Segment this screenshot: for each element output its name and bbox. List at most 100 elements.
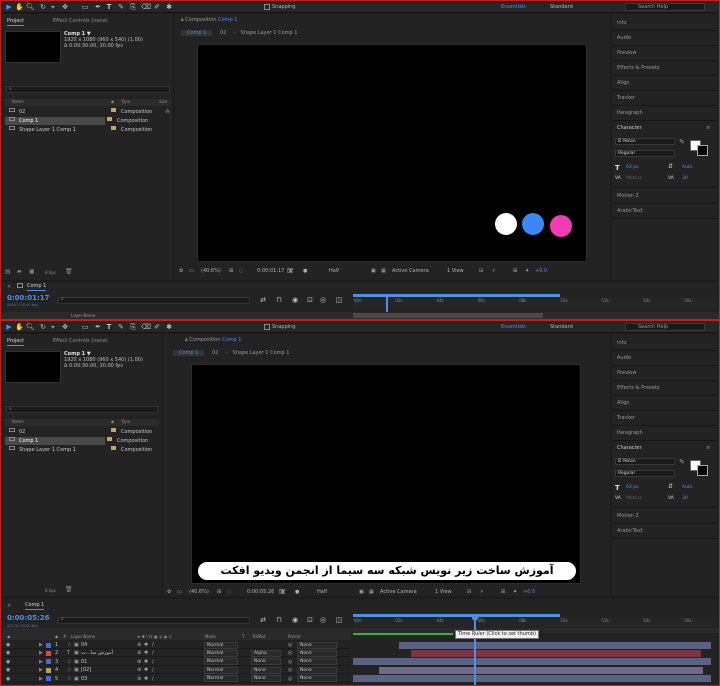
mask-rect-tool-icon[interactable]: ▭ [81,3,89,11]
zoom-tool-icon[interactable]: 🔍︎ [26,3,35,11]
exposure-icon[interactable]: ✦ [525,266,529,276]
tracking-value[interactable]: 30 [682,176,688,181]
timeline-timecode[interactable]: 0:00:01:17 [7,294,50,302]
mask-icon[interactable]: ◌ [227,587,231,597]
search-help-input[interactable]: Search Help [625,323,705,331]
roto-tool-icon[interactable]: ✐ [153,3,161,11]
current-time[interactable]: 0:00:05:26 [247,587,274,597]
font-family-dropdown[interactable]: B Yekan [615,138,675,145]
workspace-standard[interactable]: Standard [550,4,573,10]
right-panel-paragraph[interactable]: Paragraph [617,430,643,436]
label-color-swatch[interactable] [46,642,51,648]
breadcrumb-comp1[interactable]: Comp 1 [173,350,205,356]
trkmat-dropdown[interactable]: None [251,666,281,674]
motion-blur-icon[interactable]: ◎ [319,296,327,304]
puppet-tool-icon[interactable]: ✱ [165,3,173,11]
zoom-dropdown[interactable]: (40.6%) [201,266,221,276]
type-tool-icon[interactable]: T [105,3,113,11]
pickwhip-icon[interactable]: ◎ [288,675,292,683]
shy-icon[interactable]: ◉ [291,296,299,304]
composition-tab[interactable]: 🔒︎ Composition Comp 1 [181,16,381,25]
mask-rect-tool-icon[interactable]: ▭ [81,323,89,331]
rotate-tool-icon[interactable]: ↻ [39,323,47,331]
timeline-tab[interactable]: Comp 1 [25,602,45,610]
collapse-switch-icon[interactable]: ✱ [144,666,148,674]
region-icon[interactable]: ▭ [189,266,194,276]
shy-switch-icon[interactable]: ⊕ [137,641,141,649]
comp-viewer[interactable] [197,44,587,262]
project-search-input[interactable]: ⌕ [6,86,170,93]
col-name[interactable]: Name [12,99,24,105]
mode-dropdown[interactable]: Normal [204,658,238,666]
right-panel-info[interactable]: Info [617,20,626,26]
toggle-pixel-icon[interactable]: ⊟ [479,266,483,276]
eraser-tool-icon[interactable]: ⌫ [141,3,151,11]
col-layer-name[interactable]: Layer Name [71,633,95,640]
collapse-switch-icon[interactable]: ✱ [144,649,148,657]
shy-switch-icon[interactable]: ⊕ [137,658,141,666]
panel-menu-icon[interactable]: ≡ [706,125,710,131]
leading-value[interactable]: Auto [682,485,692,490]
trash-icon[interactable]: 🗑︎ [65,268,73,275]
right-panel-motion-2[interactable]: Motion 2 [617,513,639,519]
right-panel-tracker[interactable]: Tracker [617,95,635,101]
label-color-swatch[interactable] [46,676,51,682]
project-item[interactable]: 02 Composition [5,428,159,436]
right-panel-effects-presets[interactable]: Effects & Presets [617,65,659,71]
visibility-eye-icon[interactable]: ◉ [6,649,10,657]
roto-tool-icon[interactable]: ✐ [153,323,161,331]
right-panel-audio[interactable]: Audio [617,355,631,361]
puppet-tool-icon[interactable]: ✱ [165,323,173,331]
visibility-eye-icon[interactable]: ◉ [6,666,10,674]
roi-icon[interactable]: ▣ [359,587,364,597]
graph-editor-icon[interactable]: ◫ [335,616,343,624]
draft-3d-icon[interactable]: ⊓ [275,296,283,304]
pickwhip-icon[interactable]: ◎ [288,666,292,674]
shy-switch-icon[interactable]: ⊕ [137,666,141,674]
quality-switch-icon[interactable]: / [152,641,154,649]
comp-mini-flowchart-icon[interactable]: ⇄ [259,296,267,304]
layer-row[interactable]: ◉ ▶ 4 ☆ ▣ [02] ⊕ ✱ / Normal None ◎ None [1,666,351,675]
font-family-dropdown[interactable]: B Yekan [615,458,675,465]
font-size-value[interactable]: 63 px [626,485,639,490]
resolution-dropdown[interactable]: Half [317,587,327,597]
always-preview-icon[interactable]: ⚙ [167,587,171,597]
right-panel-arabictext[interactable]: ArabicText [617,528,643,534]
transparency-icon[interactable]: ▦ [369,587,374,597]
right-panel-arabictext[interactable]: ArabicText [617,208,643,214]
right-panel-info[interactable]: Info [617,340,626,346]
col-name[interactable]: Name [12,419,24,425]
zoom-dropdown[interactable]: (40.6%) [189,587,209,597]
parent-dropdown[interactable]: None [297,641,337,649]
trkmat-dropdown[interactable]: None [251,675,281,683]
comp-mini-flowchart-icon[interactable]: ⇄ [259,616,267,624]
snapping-checkbox[interactable] [264,324,270,330]
label-color-swatch[interactable] [46,667,51,673]
grid-icon[interactable]: ⊞ [217,587,221,597]
tracking-value[interactable]: 30 [682,496,688,501]
expand-arrow-icon[interactable]: ▶ [39,675,43,683]
frame-blend-icon[interactable]: ⊡ [306,616,314,624]
mode-dropdown[interactable]: Normal [204,649,238,657]
collapse-switch-icon[interactable]: ✱ [144,641,148,649]
motion-blur-icon[interactable]: ◎ [319,616,327,624]
fast-preview-icon[interactable]: ⚡ [492,266,496,276]
col-t[interactable]: T [242,633,244,640]
collapse-switch-icon[interactable]: ✱ [144,658,148,666]
new-folder-icon[interactable]: ▰ [17,268,22,275]
mode-dropdown[interactable]: Normal [204,666,238,674]
workspace-standard[interactable]: Standard [550,324,573,330]
label-color-swatch[interactable] [46,650,51,656]
region-icon[interactable]: ▭ [177,587,182,597]
timeline-icon[interactable]: ⊞ [501,587,505,597]
camera-dropdown[interactable]: Active Camera [380,587,417,597]
roi-icon[interactable]: ▣ [371,266,376,276]
views-dropdown[interactable]: 1 View [447,266,464,276]
playhead-handle[interactable] [472,615,478,620]
comp-viewer[interactable]: آموزش ساخت زیر نویس شبکه سه سیما از انجم… [191,364,581,584]
layer-name[interactable]: 04 [81,641,87,649]
project-item-selected[interactable]: Comp 1 [5,437,105,445]
new-comp-icon[interactable]: ▣ [29,268,35,275]
breadcrumb-02[interactable]: 02 [212,350,218,356]
timeline-scrollbar[interactable] [353,313,543,318]
